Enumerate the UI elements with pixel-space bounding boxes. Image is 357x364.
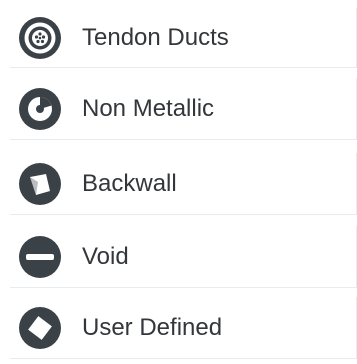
list-item-label: Non Metallic [82,94,215,122]
list-item-label: Backwall [82,169,177,197]
list-item-user-defined[interactable]: User Defined [10,297,357,359]
target-type-list: Tendon Ducts Non Metallic Backwall Void … [0,0,357,364]
tendon-ducts-icon [16,14,64,62]
list-item-non-metallic[interactable]: Non Metallic [10,78,357,140]
list-item-backwall[interactable]: Backwall [10,153,357,215]
backwall-icon [16,160,64,208]
user-defined-icon [16,304,64,352]
list-item-label: Tendon Ducts [82,23,229,51]
list-item-label: User Defined [82,313,223,341]
list-item-void[interactable]: Void [10,226,357,288]
void-icon [16,233,64,281]
non-metallic-icon [16,85,64,133]
list-item-tendon-ducts[interactable]: Tendon Ducts [10,8,357,68]
list-item-label: Void [82,242,129,270]
